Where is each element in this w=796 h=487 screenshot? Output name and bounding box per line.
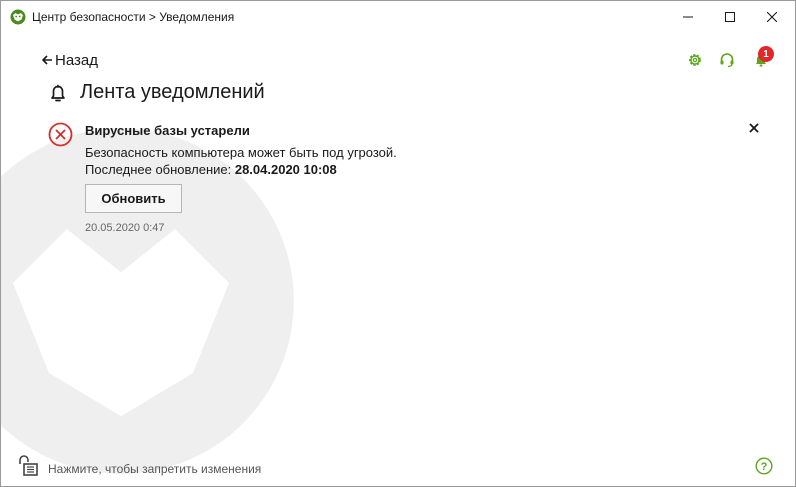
app-window: Центр безопасности > Уведомления Назад 1… <box>0 0 796 487</box>
app-logo-icon <box>10 9 26 25</box>
close-icon <box>767 12 777 22</box>
page-title: Лента уведомлений <box>80 81 265 103</box>
notification-title: Вирусные базы устарели <box>85 123 250 138</box>
lock-changes-link[interactable]: Нажмите, чтобы запретить изменения <box>48 462 261 476</box>
notification-last-update: Последнее обновление: 28.04.2020 10:08 <box>85 162 337 177</box>
back-button[interactable]: Назад <box>41 52 98 69</box>
close-window-button[interactable] <box>749 1 795 33</box>
back-arrow-icon <box>41 52 52 68</box>
last-update-value: 28.04.2020 10:08 <box>234 162 337 177</box>
dismiss-notification-button[interactable] <box>745 119 763 137</box>
maximize-icon <box>725 12 735 22</box>
maximize-button[interactable] <box>707 1 753 33</box>
notification-message: Безопасность компьютера может быть под у… <box>85 145 397 160</box>
close-icon <box>749 123 759 133</box>
error-status-icon <box>48 122 73 147</box>
notification-timestamp: 20.05.2020 0:47 <box>85 222 165 234</box>
support-headset-icon <box>720 53 734 68</box>
help-icon[interactable]: ? <box>755 457 773 475</box>
minimize-button[interactable] <box>665 1 711 33</box>
settings-button[interactable] <box>685 50 705 70</box>
support-button[interactable] <box>717 50 737 70</box>
settings-gear-icon <box>689 54 701 66</box>
window-title: Центр безопасности > Уведомления <box>32 10 235 24</box>
update-button[interactable]: Обновить <box>85 184 182 213</box>
unlock-icon[interactable] <box>16 453 40 477</box>
notification-count-badge: 1 <box>758 46 774 62</box>
back-label: Назад <box>55 52 98 69</box>
minimize-icon <box>683 16 693 18</box>
bell-outline-icon <box>51 84 65 102</box>
svg-text:?: ? <box>761 461 768 473</box>
title-bar: Центр безопасности > Уведомления <box>1 1 795 33</box>
last-update-label: Последнее обновление: <box>85 162 235 177</box>
